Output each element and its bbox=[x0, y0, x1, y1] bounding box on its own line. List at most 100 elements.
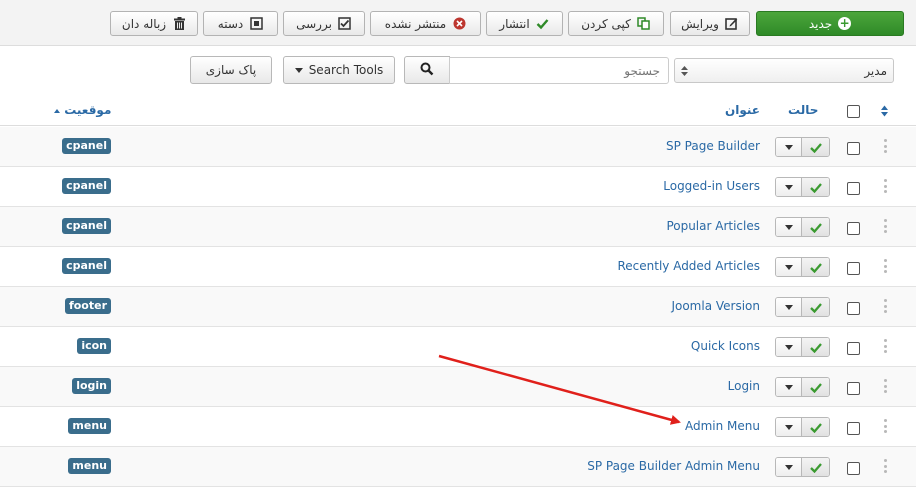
drag-handle-icon[interactable] bbox=[883, 219, 887, 233]
row-checkbox[interactable] bbox=[847, 142, 860, 155]
published-toggle-button[interactable] bbox=[802, 258, 829, 276]
copy-button[interactable]: کپی کردن bbox=[568, 11, 664, 36]
table-row: menu Admin Menu bbox=[0, 407, 916, 447]
client-select[interactable]: مدیر bbox=[674, 58, 894, 83]
table-row: cpanel Logged-in Users bbox=[0, 167, 916, 207]
status-dropdown-button[interactable] bbox=[776, 218, 802, 236]
search-tools-button[interactable]: Search Tools bbox=[283, 56, 395, 84]
caret-down-icon bbox=[784, 344, 793, 350]
drag-handle-icon[interactable] bbox=[883, 299, 887, 313]
position-column-header-label: موقعیت bbox=[64, 103, 112, 117]
module-title-link[interactable]: Quick Icons bbox=[691, 339, 760, 353]
sort-icon[interactable] bbox=[881, 105, 888, 120]
published-toggle-button[interactable] bbox=[802, 458, 829, 476]
published-toggle-button[interactable] bbox=[802, 418, 829, 436]
checkin-button[interactable]: بررسی bbox=[283, 11, 365, 36]
title-column-header[interactable]: عنوان bbox=[725, 103, 760, 117]
new-button-label: جدید bbox=[808, 16, 833, 31]
published-toggle-button[interactable] bbox=[802, 378, 829, 396]
publish-button[interactable]: انتشار bbox=[486, 11, 563, 36]
status-toggle bbox=[775, 377, 830, 397]
search-icon bbox=[420, 62, 434, 79]
client-select-value: مدیر bbox=[864, 63, 887, 78]
row-checkbox[interactable] bbox=[847, 342, 860, 355]
status-toggle bbox=[775, 177, 830, 197]
caret-down-icon bbox=[294, 67, 303, 73]
batch-button[interactable]: دسته bbox=[203, 11, 278, 36]
row-checkbox[interactable] bbox=[847, 302, 860, 315]
position-badge: cpanel bbox=[62, 178, 111, 194]
select-all-checkbox[interactable] bbox=[847, 105, 860, 118]
search-button[interactable] bbox=[404, 56, 450, 84]
status-toggle bbox=[775, 297, 830, 317]
position-badge: cpanel bbox=[62, 258, 111, 274]
module-title-link[interactable]: SP Page Builder Admin Menu bbox=[587, 459, 760, 473]
position-column-header[interactable]: موقعیت bbox=[50, 103, 111, 117]
published-toggle-button[interactable] bbox=[802, 178, 829, 196]
status-dropdown-button[interactable] bbox=[776, 338, 802, 356]
status-dropdown-button[interactable] bbox=[776, 138, 802, 156]
status-toggle bbox=[775, 417, 830, 437]
drag-handle-icon[interactable] bbox=[883, 419, 887, 433]
check-icon bbox=[809, 142, 822, 153]
status-dropdown-button[interactable] bbox=[776, 378, 802, 396]
published-toggle-button[interactable] bbox=[802, 338, 829, 356]
status-toggle bbox=[775, 137, 830, 157]
drag-handle-icon[interactable] bbox=[883, 339, 887, 353]
published-toggle-button[interactable] bbox=[802, 218, 829, 236]
x-circle-icon bbox=[452, 17, 466, 31]
checkbox-icon bbox=[338, 17, 352, 31]
copy-icon bbox=[637, 17, 651, 31]
module-title-link[interactable]: Popular Articles bbox=[666, 219, 760, 233]
table-row: menu SP Page Builder Admin Menu bbox=[0, 447, 916, 487]
row-checkbox[interactable] bbox=[847, 462, 860, 475]
toolbar: + جدید ویرایش کپی کردن انتشار منتشر نشده… bbox=[0, 0, 916, 46]
row-checkbox[interactable] bbox=[847, 222, 860, 235]
caret-down-icon bbox=[784, 464, 793, 470]
module-title-link[interactable]: SP Page Builder bbox=[666, 139, 760, 153]
square-icon bbox=[249, 17, 263, 31]
edit-button[interactable]: ویرایش bbox=[670, 11, 750, 36]
drag-handle-icon[interactable] bbox=[883, 259, 887, 273]
module-title-link[interactable]: Logged-in Users bbox=[663, 179, 760, 193]
published-toggle-button[interactable] bbox=[802, 298, 829, 316]
check-icon bbox=[809, 182, 822, 193]
caret-down-icon bbox=[784, 424, 793, 430]
status-column-header[interactable]: حالت bbox=[788, 103, 818, 117]
table-row: footer Joomla Version bbox=[0, 287, 916, 327]
status-dropdown-button[interactable] bbox=[776, 178, 802, 196]
clear-button[interactable]: پاک سازی bbox=[190, 56, 272, 84]
drag-handle-icon[interactable] bbox=[883, 139, 887, 153]
search-input[interactable] bbox=[449, 57, 669, 84]
table-header: حالت عنوان موقعیت bbox=[0, 96, 916, 126]
check-icon bbox=[809, 342, 822, 353]
batch-button-label: دسته bbox=[217, 16, 244, 31]
status-dropdown-button[interactable] bbox=[776, 418, 802, 436]
drag-handle-icon[interactable] bbox=[883, 179, 887, 193]
unpublish-button-label: منتشر نشده bbox=[384, 16, 447, 31]
new-button[interactable]: + جدید bbox=[756, 11, 904, 36]
drag-handle-icon[interactable] bbox=[883, 379, 887, 393]
status-dropdown-button[interactable] bbox=[776, 458, 802, 476]
status-dropdown-button[interactable] bbox=[776, 298, 802, 316]
caret-down-icon bbox=[784, 304, 793, 310]
caret-down-icon bbox=[784, 184, 793, 190]
row-checkbox[interactable] bbox=[847, 182, 860, 195]
status-dropdown-button[interactable] bbox=[776, 258, 802, 276]
trash-button[interactable]: زباله دان bbox=[110, 11, 198, 36]
module-title-link[interactable]: Login bbox=[728, 379, 760, 393]
published-toggle-button[interactable] bbox=[802, 138, 829, 156]
status-toggle bbox=[775, 457, 830, 477]
check-icon bbox=[536, 17, 550, 31]
drag-handle-icon[interactable] bbox=[883, 459, 887, 473]
unpublish-button[interactable]: منتشر نشده bbox=[370, 11, 481, 36]
copy-button-label: کپی کردن bbox=[581, 16, 631, 31]
row-checkbox[interactable] bbox=[847, 262, 860, 275]
module-title-link[interactable]: Joomla Version bbox=[671, 299, 760, 313]
module-title-link[interactable]: Recently Added Articles bbox=[617, 259, 760, 273]
row-checkbox[interactable] bbox=[847, 422, 860, 435]
position-badge: login bbox=[72, 378, 111, 394]
module-title-link[interactable]: Admin Menu bbox=[685, 419, 760, 433]
clear-button-label: پاک سازی bbox=[205, 63, 257, 77]
row-checkbox[interactable] bbox=[847, 382, 860, 395]
